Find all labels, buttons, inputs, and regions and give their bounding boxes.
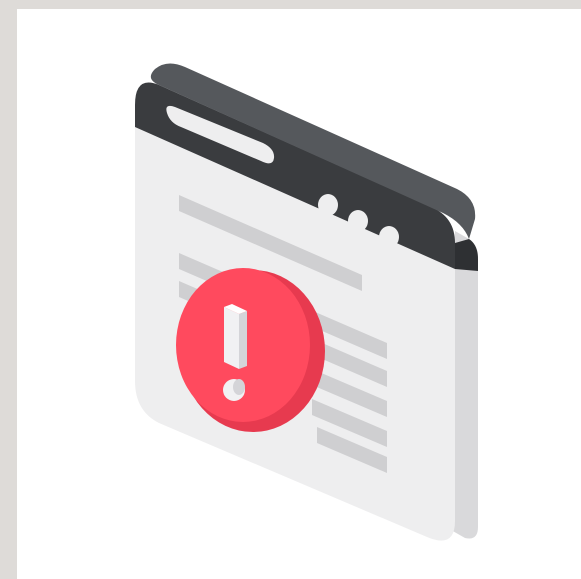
image-canvas: [17, 9, 581, 579]
exclamation-alert-icon: [223, 304, 247, 401]
window-side-edge: [451, 231, 478, 539]
title-bar-side: [455, 239, 478, 271]
window-control-dot[interactable]: [318, 194, 338, 216]
browser-window-error-illustration: [135, 63, 478, 541]
window-control-dot[interactable]: [379, 226, 399, 248]
window-control-dot[interactable]: [348, 210, 368, 232]
